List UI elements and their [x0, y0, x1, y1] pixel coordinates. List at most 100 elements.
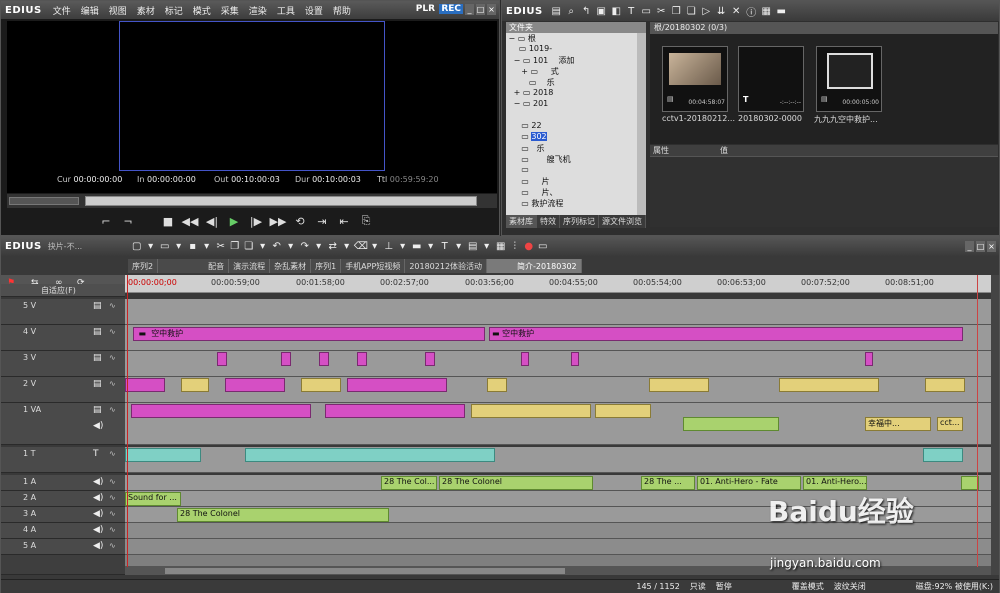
track-lane-5v[interactable] [125, 299, 991, 325]
close-button[interactable]: × [987, 241, 996, 252]
timeline-clip[interactable]: Sound for ... [125, 492, 181, 506]
playhead[interactable] [127, 275, 128, 575]
tab-sequence[interactable]: 手机APP短视频 [341, 259, 406, 273]
maximize-button[interactable]: □ [976, 241, 985, 252]
delete-icon[interactable]: ✕ [729, 6, 744, 17]
timeline-clip[interactable] [181, 378, 209, 392]
tab-sequence-markers[interactable]: 序列标记 [560, 215, 599, 228]
export-icon[interactable]: ⎘ [357, 214, 375, 228]
track-header-3a[interactable]: 3 A ◀) ∿ [1, 507, 125, 523]
track-lane-1a[interactable]: 28 The Col... 28 The Colonel 28 The ... … [125, 475, 991, 491]
record-icon[interactable]: ● [522, 241, 536, 252]
cut-icon[interactable]: ✂ [214, 241, 228, 252]
tab-sequence[interactable]: 配音 [158, 259, 230, 273]
timeline-clip[interactable]: 幸福中... [865, 417, 931, 431]
status-overwrite-mode[interactable]: 覆盖模式 [792, 581, 824, 592]
bin-menu-icon[interactable]: ▬ [774, 6, 789, 17]
title-icon[interactable]: T [624, 6, 639, 17]
timeline-clip[interactable] [301, 378, 341, 392]
timeline-clip[interactable]: 28 The Col... [381, 476, 437, 490]
split-icon[interactable]: ⊥ [382, 241, 396, 252]
stop-icon[interactable]: ■ [159, 215, 177, 228]
timeline-clip[interactable] [649, 378, 709, 392]
timeline-clip[interactable] [595, 404, 651, 418]
timeline-clip[interactable] [245, 448, 495, 462]
timeline-clip[interactable] [225, 378, 285, 392]
track-lane-1va[interactable]: 幸福中... cct... [125, 403, 991, 445]
ripple-icon[interactable]: ⇄ [326, 241, 340, 252]
timeline-clip[interactable] [131, 404, 311, 418]
timeline-ruler[interactable]: 00:00:00;00 00:00:59;00 00:01:58;00 00:0… [125, 275, 991, 293]
folder-item[interactable]: − ▭ 201 [506, 99, 646, 110]
track-header-4v[interactable]: 4 V ▤ ∿ [1, 325, 125, 351]
timeline-clip[interactable]: cct... [937, 417, 963, 431]
add-color-icon[interactable]: ◧ [609, 6, 624, 17]
track-lane-3v[interactable] [125, 351, 991, 377]
track-lane-5a[interactable] [125, 539, 991, 555]
tab-source-browser[interactable]: 源文件浏览 [599, 215, 646, 228]
plr-toggle[interactable]: PLR [416, 4, 435, 14]
timeline-clip[interactable] [925, 378, 965, 392]
set-out-icon[interactable]: ¬ [119, 215, 137, 228]
timeline-clip[interactable] [325, 404, 465, 418]
track-header-1t[interactable]: 1 T T ∿ [1, 447, 125, 473]
timeline-clip[interactable] [347, 378, 447, 392]
tab-sequence[interactable]: 杂乱素材 [270, 259, 312, 273]
folder-item-selected[interactable]: ▭ 302 [506, 132, 646, 143]
add-clip-icon[interactable]: ▣ [594, 6, 609, 17]
step-back-icon[interactable]: ◀| [203, 215, 221, 228]
cut-icon[interactable]: ✂ [654, 6, 669, 17]
menu-mode[interactable]: 模式 [188, 4, 216, 17]
menu-marker[interactable]: 标记 [160, 4, 188, 17]
tab-sequence[interactable]: 序列1 [311, 259, 342, 273]
timeline-clip[interactable] [923, 448, 963, 462]
menu-file[interactable]: 文件 [48, 4, 76, 17]
playback-scrubber[interactable] [7, 194, 497, 208]
track-header-5a[interactable]: 5 A ◀) ∿ [1, 539, 125, 555]
rewind-icon[interactable]: ◀◀ [181, 215, 199, 228]
loop-icon[interactable]: ⟲ [291, 215, 309, 228]
menu-render[interactable]: 渲染 [244, 4, 272, 17]
delete-icon[interactable]: ⌫ [354, 241, 368, 252]
menu-capture[interactable]: 采集 [216, 4, 244, 17]
folder-item[interactable] [506, 110, 646, 121]
folder-item[interactable]: + ▭ 2018 [506, 88, 646, 99]
timeline-clip[interactable] [319, 352, 329, 366]
track-header-3v[interactable]: 3 V ▤ ∿ [1, 351, 125, 377]
menu-help[interactable]: 帮助 [328, 4, 356, 17]
step-forward-icon[interactable]: |▶ [247, 215, 265, 228]
tab-bin[interactable]: 素材库 [506, 215, 537, 228]
folder-item[interactable]: ▭ 乐 [506, 77, 646, 88]
track-header-1a[interactable]: 1 A ◀) ∿ [1, 475, 125, 491]
folder-item[interactable]: ▭ 艘飞机 [506, 154, 646, 165]
tab-effects[interactable]: 特效 [537, 215, 560, 228]
search-icon[interactable]: ⌕ [564, 6, 579, 17]
track-header-1va[interactable]: 1 VA ▤ ∿ ◀) [1, 403, 125, 445]
tab-sequence-active[interactable]: 简介-20180302 [487, 259, 582, 273]
timeline-clip[interactable]: ▬ 空中救护 [489, 327, 963, 341]
paste-icon[interactable]: ❏ [684, 6, 699, 17]
timeline-clip[interactable]: 28 The ... [641, 476, 695, 490]
menu-view[interactable]: 视图 [104, 4, 132, 17]
title-icon[interactable]: T [438, 241, 452, 252]
timeline-clip[interactable]: 28 The Colonel [177, 508, 389, 522]
folder-item[interactable]: ▭ 1019- [506, 44, 646, 55]
timeline-clip[interactable] [425, 352, 435, 366]
folder-item[interactable]: ▭ [506, 165, 646, 176]
insert-icon[interactable]: ⇥ [313, 215, 331, 228]
paste-icon[interactable]: ❏ [242, 241, 256, 252]
timeline-clip[interactable] [865, 352, 873, 366]
copy-icon[interactable]: ❐ [228, 241, 242, 252]
folder-item[interactable]: − ▭ 101 添加 [506, 55, 646, 66]
tab-sequence[interactable]: 序列2 [128, 259, 159, 273]
fast-forward-icon[interactable]: ▶▶ [269, 215, 287, 228]
layout-icon[interactable]: ▭ [536, 241, 550, 252]
clip-thumbnail[interactable]: ▤ 00:00:05:00 [816, 46, 882, 112]
tab-sequence[interactable]: 演示流程 [229, 259, 271, 273]
timeline-clip[interactable] [471, 404, 591, 418]
timeline-clip[interactable] [779, 378, 879, 392]
folder-item[interactable]: ▭ 片 [506, 176, 646, 187]
track-header-4a[interactable]: 4 A ◀) ∿ [1, 523, 125, 539]
grid-icon[interactable]: ▦ [494, 241, 508, 252]
timeline-clip[interactable]: ▬ 空中救护 [133, 327, 485, 341]
